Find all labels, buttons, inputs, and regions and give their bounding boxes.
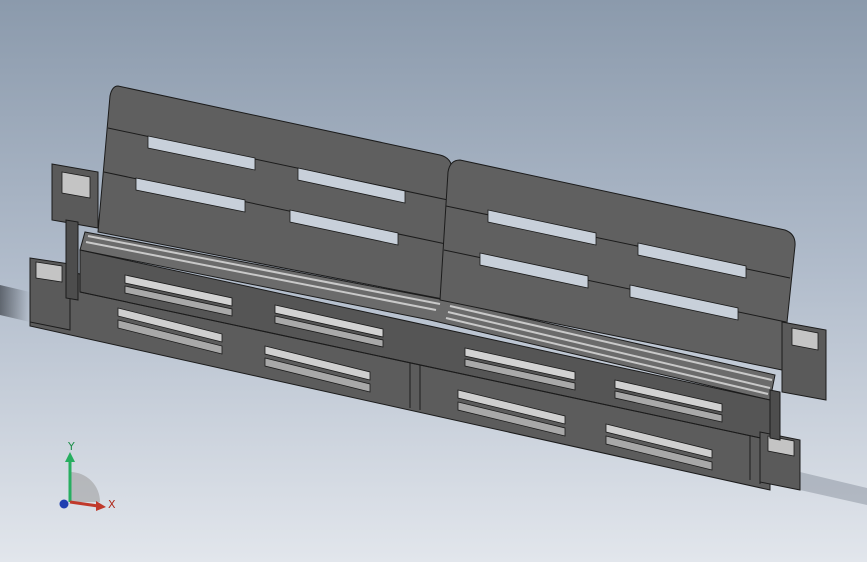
backrest-right[interactable] <box>439 159 796 371</box>
pallet-sofa-model[interactable] <box>0 0 867 562</box>
triad-x-arrow-icon <box>96 501 106 511</box>
graphics-viewport[interactable]: Y X <box>0 0 867 562</box>
triad-y-label: Y <box>67 440 75 453</box>
triad-plane-icon <box>70 472 100 502</box>
triad-x-label: X <box>108 498 116 511</box>
floor-shadow-right <box>800 472 867 505</box>
floor-shadow-left <box>0 285 30 322</box>
triad-y-arrow-icon <box>65 452 75 462</box>
triad-z-axis-icon <box>59 499 69 509</box>
triad-x-axis <box>69 500 99 508</box>
reference-triad: Y X <box>59 440 116 511</box>
